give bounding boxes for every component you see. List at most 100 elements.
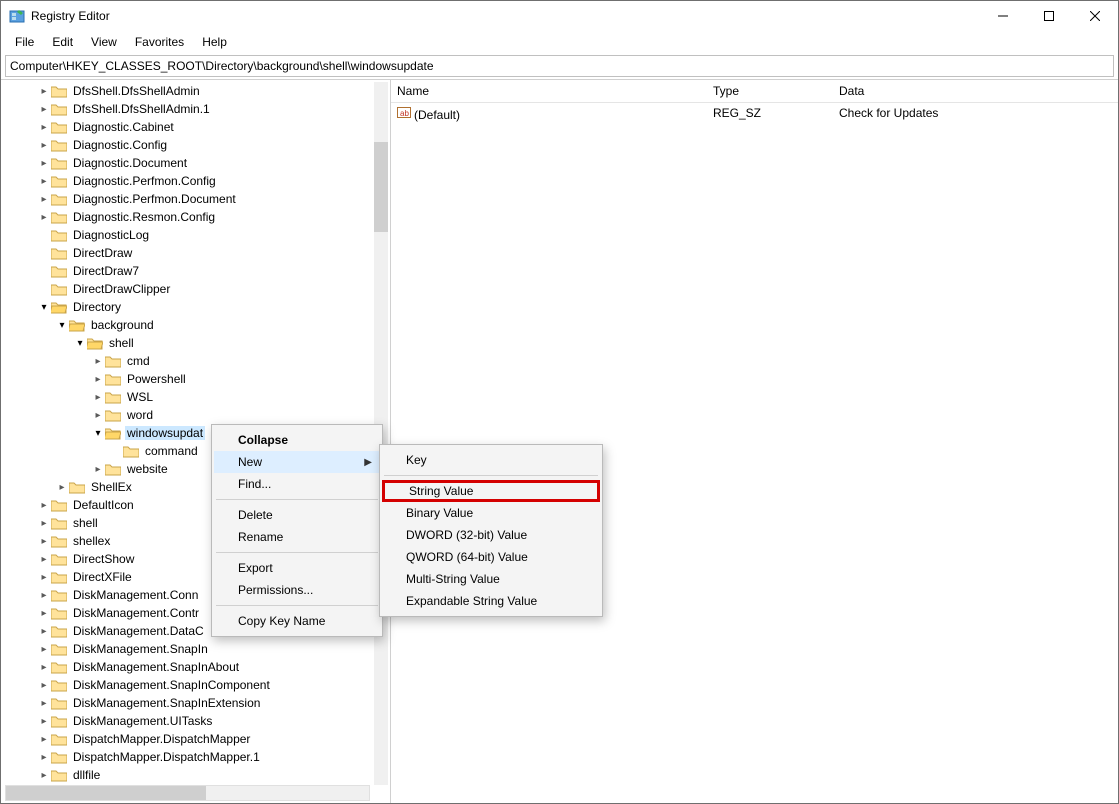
tree-node[interactable]: ▾shell [1, 334, 390, 352]
tree-node[interactable]: ▸Diagnostic.Config [1, 136, 390, 154]
value-type: REG_SZ [707, 106, 833, 120]
menu-item[interactable]: Expandable String Value [382, 590, 600, 612]
menu-item[interactable]: Multi-String Value [382, 568, 600, 590]
chevron-down-icon[interactable]: ▾ [73, 338, 87, 349]
chevron-right-icon[interactable]: ▸ [37, 86, 51, 97]
tree-node-label: Diagnostic.Cabinet [71, 120, 176, 134]
context-menu[interactable]: CollapseNew▶Find... DeleteRename ExportPer… [211, 424, 383, 637]
chevron-right-icon[interactable]: ▸ [37, 680, 51, 691]
chevron-right-icon[interactable]: ▸ [37, 140, 51, 151]
menu-edit[interactable]: Edit [44, 33, 81, 51]
tree-node[interactable]: ▸DfsShell.DfsShellAdmin.1 [1, 100, 390, 118]
chevron-right-icon[interactable]: ▸ [37, 626, 51, 637]
close-button[interactable] [1072, 1, 1118, 31]
chevron-right-icon[interactable]: ▸ [91, 374, 105, 385]
menu-item[interactable]: String Value [382, 480, 600, 502]
tree-node[interactable]: ▸Powershell [1, 370, 390, 388]
chevron-down-icon[interactable]: ▾ [55, 320, 69, 331]
tree-node[interactable]: ▸Diagnostic.Perfmon.Document [1, 190, 390, 208]
chevron-right-icon[interactable]: ▸ [37, 662, 51, 673]
menu-item[interactable]: Binary Value [382, 502, 600, 524]
chevron-right-icon[interactable]: ▸ [37, 176, 51, 187]
col-data[interactable]: Data [833, 84, 1118, 98]
chevron-right-icon[interactable]: ▸ [91, 464, 105, 475]
chevron-right-icon[interactable]: ▸ [37, 554, 51, 565]
folder-icon [105, 391, 121, 404]
chevron-right-icon[interactable]: ▸ [37, 500, 51, 511]
chevron-right-icon[interactable]: ▸ [37, 734, 51, 745]
menu-item[interactable]: New▶ [214, 451, 380, 473]
chevron-right-icon[interactable]: ▸ [55, 482, 69, 493]
menu-item[interactable]: Copy Key Name [214, 610, 380, 632]
menu-favorites[interactable]: Favorites [127, 33, 192, 51]
chevron-right-icon[interactable]: ▸ [91, 356, 105, 367]
tree-node[interactable]: ▸Diagnostic.Resmon.Config [1, 208, 390, 226]
col-type[interactable]: Type [707, 84, 833, 98]
chevron-right-icon[interactable]: ▸ [37, 698, 51, 709]
tree-node[interactable]: ▸DfsShell.DfsShellAdmin [1, 82, 390, 100]
menu-item[interactable]: Rename [214, 526, 380, 548]
tree-node[interactable]: ▸DirectDraw7 [1, 262, 390, 280]
menu-item[interactable]: Delete [214, 504, 380, 526]
tree-node[interactable]: ▾Directory [1, 298, 390, 316]
chevron-down-icon[interactable]: ▾ [37, 302, 51, 313]
tree-node[interactable]: ▸dllfile [1, 766, 390, 784]
maximize-button[interactable] [1026, 1, 1072, 31]
chevron-right-icon[interactable]: ▸ [37, 590, 51, 601]
tree-node[interactable]: ▸DirectDrawClipper [1, 280, 390, 298]
chevron-right-icon[interactable]: ▸ [37, 158, 51, 169]
chevron-right-icon[interactable]: ▸ [37, 212, 51, 223]
menu-item[interactable]: Export [214, 557, 380, 579]
tree-node[interactable]: ▸DiskManagement.SnapInExtension [1, 694, 390, 712]
tree-node[interactable]: ▸DispatchMapper.DispatchMapper.1 [1, 748, 390, 766]
menu-help[interactable]: Help [194, 33, 235, 51]
chevron-right-icon[interactable]: ▸ [37, 644, 51, 655]
tree-node[interactable]: ▸DiskManagement.UITasks [1, 712, 390, 730]
chevron-right-icon[interactable]: ▸ [91, 410, 105, 421]
menu-item[interactable]: DWORD (32-bit) Value [382, 524, 600, 546]
chevron-right-icon[interactable]: ▸ [37, 194, 51, 205]
chevron-right-icon[interactable]: ▸ [37, 518, 51, 529]
column-headers[interactable]: Name Type Data [391, 80, 1118, 103]
tree-node[interactable]: ▸DiskManagement.SnapInComponent [1, 676, 390, 694]
new-submenu[interactable]: Key String ValueBinary ValueDWORD (32-bit… [379, 444, 603, 617]
tree-node[interactable]: ▸DispatchMapper.DispatchMapper [1, 730, 390, 748]
chevron-right-icon[interactable]: ▸ [37, 608, 51, 619]
tree-node[interactable]: ▸DirectDraw [1, 244, 390, 262]
minimize-button[interactable] [980, 1, 1026, 31]
tree-node-label: DefaultIcon [71, 498, 136, 512]
chevron-down-icon[interactable]: ▾ [91, 428, 105, 439]
chevron-right-icon[interactable]: ▸ [37, 122, 51, 133]
chevron-right-icon[interactable]: ▸ [37, 752, 51, 763]
tree-node[interactable]: ▸cmd [1, 352, 390, 370]
value-row[interactable]: ab(Default)REG_SZCheck for Updates [391, 103, 1118, 123]
chevron-right-icon[interactable]: ▸ [37, 716, 51, 727]
tree-node[interactable]: ▸ Diagnostic.Cabinet [1, 118, 390, 136]
tree-node[interactable]: ▸word [1, 406, 390, 424]
col-name[interactable]: Name [391, 84, 707, 98]
chevron-right-icon[interactable]: ▸ [37, 770, 51, 781]
address-bar[interactable]: Computer\HKEY_CLASSES_ROOT\Directory\bac… [5, 55, 1114, 77]
folder-icon [51, 175, 67, 188]
tree-node[interactable]: ▾background [1, 316, 390, 334]
tree-node[interactable]: ▸Diagnostic.Perfmon.Config [1, 172, 390, 190]
tree-node[interactable]: ▸Diagnostic.Document [1, 154, 390, 172]
menu-view[interactable]: View [83, 33, 125, 51]
menu-item[interactable]: Key [382, 449, 600, 471]
values-list[interactable]: ab(Default)REG_SZCheck for Updates [391, 103, 1118, 123]
menu-item[interactable]: Collapse [214, 429, 380, 451]
tree-node[interactable]: ▸DiskManagement.SnapIn [1, 640, 390, 658]
menu-file[interactable]: File [7, 33, 42, 51]
chevron-right-icon[interactable]: ▸ [37, 104, 51, 115]
menu-item[interactable]: Permissions... [214, 579, 380, 601]
chevron-right-icon[interactable]: ▸ [91, 392, 105, 403]
tree-node[interactable]: ▸DiskManagement.SnapInAbout [1, 658, 390, 676]
chevron-right-icon[interactable]: ▸ [37, 536, 51, 547]
menubar: File Edit View Favorites Help [1, 31, 1118, 53]
tree-node[interactable]: ▸WSL [1, 388, 390, 406]
menu-item[interactable]: QWORD (64-bit) Value [382, 546, 600, 568]
menu-item[interactable]: Find... [214, 473, 380, 495]
tree-node[interactable]: ▸DiagnosticLog [1, 226, 390, 244]
chevron-right-icon[interactable]: ▸ [37, 572, 51, 583]
horizontal-scrollbar[interactable] [5, 785, 370, 801]
